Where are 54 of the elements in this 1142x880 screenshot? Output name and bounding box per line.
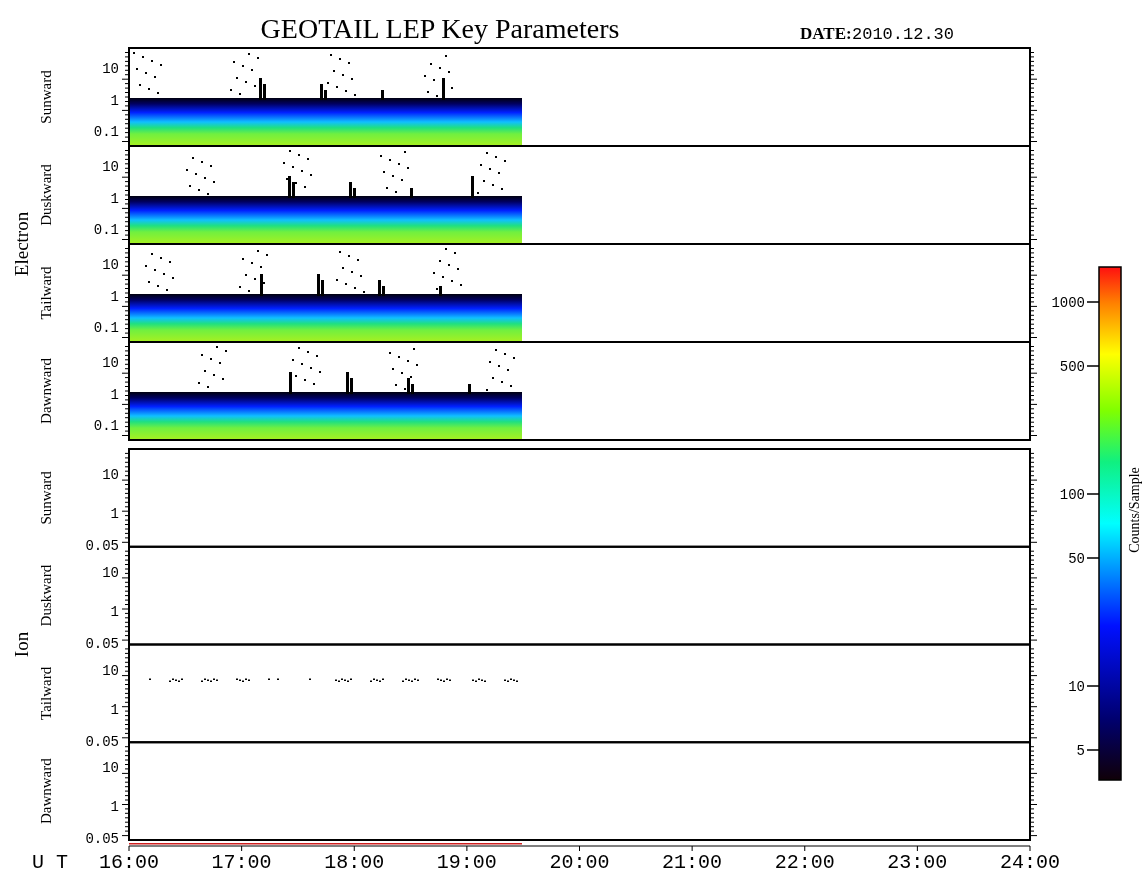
x-tick-label: 24:00 <box>1000 851 1060 874</box>
x-tick-label: 16:00 <box>99 851 159 874</box>
panel-label: Dawnward <box>38 758 54 825</box>
x-tick-label: 19:00 <box>436 851 497 874</box>
colorbar-tick-label: 5 <box>1076 743 1085 759</box>
tick-label: 10 <box>102 355 119 371</box>
panel-label: Tailward <box>38 666 54 720</box>
colorbar-tick-label: 50 <box>1068 551 1085 567</box>
x-tick-label: 23:00 <box>887 851 948 874</box>
tick-label: 0.1 <box>93 222 119 238</box>
tick-label: 10 <box>102 662 119 679</box>
colorbar-tick-label: 1000 <box>1051 295 1085 311</box>
tick-label: 1 <box>110 701 119 718</box>
x-axis-label: U T <box>32 851 68 874</box>
x-tick-label: 22:00 <box>774 851 835 874</box>
panel-label: Tailward <box>38 266 54 320</box>
panel-label: Sunward <box>38 70 54 124</box>
tick-label: 0.05 <box>85 831 119 848</box>
tick-label: 1 <box>110 93 119 109</box>
x-tick-label: 20:00 <box>549 851 610 874</box>
group-label: Ion <box>11 631 32 658</box>
panel-label: Duskward <box>38 564 54 627</box>
tick-label: 1 <box>110 603 119 620</box>
panel-label: Duskward <box>38 164 54 226</box>
colorbar-tick-label: 100 <box>1059 487 1085 503</box>
tick-label: 10 <box>102 760 119 777</box>
tick-label: 10 <box>102 257 119 273</box>
colorbar-tick-label: 10 <box>1068 679 1085 695</box>
tick-label: 10 <box>102 467 119 483</box>
tick-label: 1 <box>110 506 119 522</box>
date-label: DATE: <box>800 24 852 43</box>
tick-label: 0.1 <box>93 320 119 336</box>
x-tick-label: 21:00 <box>662 851 723 874</box>
x-tick-label: 17:00 <box>211 851 272 874</box>
group-label: Electron <box>11 211 32 277</box>
date-value: 2010.12.30 <box>852 25 955 44</box>
tick-label: 1 <box>110 191 119 207</box>
tick-label: 10 <box>102 61 119 77</box>
tick-label: 0.05 <box>85 733 119 750</box>
colorbar-title: Counts/Sample <box>1127 467 1142 553</box>
x-tick-label: 18:00 <box>324 851 385 874</box>
tick-label: 0.1 <box>93 124 119 140</box>
tick-label: 0.1 <box>93 418 119 434</box>
tick-label: 1 <box>110 387 119 403</box>
tick-label: 10 <box>102 564 119 581</box>
tick-label: 1 <box>110 799 119 816</box>
panel-label: Sunward <box>38 471 54 525</box>
tick-label: 10 <box>102 159 119 175</box>
panel-label: Dawnward <box>38 358 54 424</box>
tick-label: 0.05 <box>85 538 119 554</box>
tick-label: 1 <box>110 289 119 305</box>
colorbar-tick-label: 500 <box>1059 359 1085 375</box>
plot-title: GEOTAIL LEP Key Parameters <box>260 13 620 44</box>
tick-label: 0.05 <box>85 635 119 652</box>
